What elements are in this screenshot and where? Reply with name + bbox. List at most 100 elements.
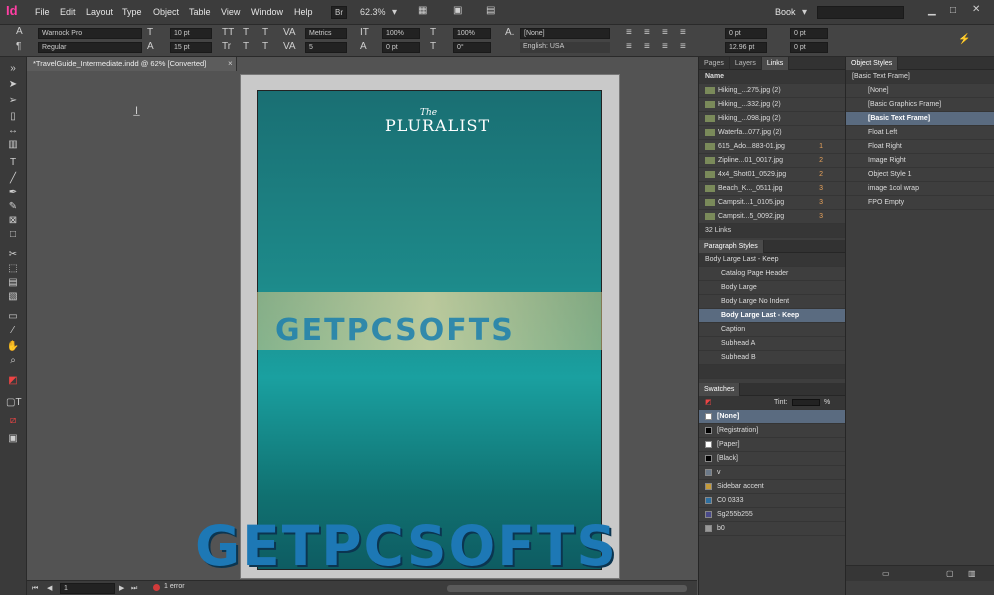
list-item[interactable]: Sidebar accent [699, 480, 845, 494]
menu-table[interactable]: Table [189, 7, 211, 17]
preflight-status[interactable]: 1 error [164, 583, 185, 590]
tracking-field[interactable]: 5 [305, 42, 347, 53]
list-item[interactable]: [Basic Text Frame] [846, 112, 994, 126]
list-item[interactable]: Image Right [846, 154, 994, 168]
subscript-icon[interactable]: T [243, 42, 249, 52]
list-item[interactable]: Subhead A [699, 337, 845, 351]
last-page-icon[interactable]: ⏭ [131, 584, 137, 594]
list-item[interactable]: 4x4_Shot01_0529.jpg 2 [699, 168, 845, 182]
list-item[interactable]: [Black] [699, 452, 845, 466]
list-item[interactable]: [Paper] [699, 438, 845, 452]
right-indent-field[interactable]: 0 pt [790, 28, 828, 39]
close-tab-icon[interactable]: × [228, 59, 233, 69]
list-item[interactable]: Body Large Last - Keep [699, 309, 845, 323]
language-field[interactable]: English: USA [520, 42, 610, 53]
collapse-toolbar-icon[interactable]: » [6, 63, 20, 75]
horizontal-scrollbar[interactable] [447, 585, 687, 592]
tab-links[interactable]: Links [761, 57, 790, 70]
rectangle-tool-icon[interactable]: □ [6, 229, 20, 241]
paragraph-mode-icon[interactable]: ¶ [16, 42, 21, 52]
list-item[interactable]: Float Right [846, 140, 994, 154]
list-item[interactable]: v [699, 466, 845, 480]
trash-icon[interactable]: ▥ [968, 569, 976, 579]
note-tool-icon[interactable]: ▭ [6, 311, 20, 323]
menu-object[interactable]: Object [153, 7, 179, 17]
list-item[interactable]: Body Large No Indent [699, 295, 845, 309]
tab-pages[interactable]: Pages [699, 57, 730, 70]
bridge-button[interactable]: Br [331, 6, 347, 19]
link-page-number[interactable]: 3 [819, 210, 823, 223]
list-item[interactable]: Caption [699, 323, 845, 337]
content-collector-icon[interactable]: ▥ [6, 139, 20, 151]
fill-stroke-icon[interactable]: ◩ [705, 399, 712, 406]
left-indent-field[interactable]: 0 pt [725, 28, 767, 39]
list-item[interactable]: Zipline...01_0017.jpg 2 [699, 154, 845, 168]
list-item[interactable]: Object Style 1 [846, 168, 994, 182]
chevron-down-icon[interactable]: ▾ [802, 8, 807, 18]
zoom-tool-icon[interactable]: ⌕ [6, 355, 20, 367]
close-icon[interactable]: ✕ [972, 5, 980, 15]
font-family-field[interactable]: Warnock Pro [38, 28, 142, 39]
list-item[interactable]: Beach_K..._0511.jpg 3 [699, 182, 845, 196]
pen-tool-icon[interactable]: ✒ [6, 187, 20, 199]
list-item[interactable]: [Registration] [699, 424, 845, 438]
menu-edit[interactable]: Edit [60, 7, 76, 17]
all-caps-icon[interactable]: TT [222, 28, 234, 38]
align-spine-icon[interactable]: ≡ [680, 42, 686, 52]
direct-selection-icon[interactable]: ➢ [6, 95, 20, 107]
minimize-icon[interactable]: ▁ [928, 6, 936, 16]
font-size-field[interactable]: 10 pt [170, 28, 212, 39]
fill-stroke-icon[interactable]: ◩ [6, 375, 20, 387]
link-page-number[interactable]: 2 [819, 154, 823, 167]
list-item[interactable]: b0 [699, 522, 845, 536]
list-item[interactable]: Subhead B [699, 351, 845, 365]
list-item[interactable]: C0 0333 [699, 494, 845, 508]
chevron-down-icon[interactable]: ▾ [392, 8, 397, 18]
tint-field[interactable] [792, 399, 820, 406]
free-transform-icon[interactable]: ⬚ [6, 263, 20, 275]
list-item[interactable]: [None] [846, 84, 994, 98]
underline-icon[interactable]: T [262, 28, 268, 38]
type-tool-icon[interactable]: T [6, 157, 20, 169]
justify-all-icon[interactable]: ≡ [662, 42, 668, 52]
space-before-field[interactable]: 12.96 pt [725, 42, 767, 53]
scissors-tool-icon[interactable]: ✂ [6, 249, 20, 261]
tab-swatches[interactable]: Swatches [699, 383, 741, 396]
list-item[interactable]: Catalog Page Header [699, 267, 845, 281]
character-mode-icon[interactable]: A [16, 27, 23, 37]
justify-icon[interactable]: ≡ [680, 28, 686, 38]
list-item[interactable]: FPO Empty [846, 196, 994, 210]
justify-last-left-icon[interactable]: ≡ [626, 42, 632, 52]
maximize-icon[interactable]: □ [950, 6, 956, 16]
list-item[interactable]: [None] [699, 410, 845, 424]
font-style-field[interactable]: Regular [38, 42, 142, 53]
vertical-scale-field[interactable]: 100% [382, 28, 420, 39]
list-item[interactable]: Body Large [699, 281, 845, 295]
list-item[interactable]: Hiking_...275.jpg (2) [699, 84, 845, 98]
tab-layers[interactable]: Layers [730, 57, 762, 70]
zoom-level[interactable]: 62.3% [360, 7, 386, 17]
list-item[interactable]: Float Left [846, 126, 994, 140]
link-page-number[interactable]: 3 [819, 182, 823, 195]
list-item[interactable]: 615_Ado...883-01.jpg 1 [699, 140, 845, 154]
new-style-icon[interactable]: ▢ [946, 569, 954, 579]
screen-mode-icon[interactable]: ▣ [453, 6, 462, 16]
list-item[interactable]: image 1col wrap [846, 182, 994, 196]
baseline-shift-field[interactable]: 0 pt [382, 42, 420, 53]
previous-page-icon[interactable]: ◀ [47, 584, 52, 594]
eyedropper-icon[interactable]: ⁄ [6, 325, 20, 337]
list-item[interactable]: Waterfa...077.jpg (2) [699, 126, 845, 140]
apply-none-icon[interactable]: ⧄ [6, 415, 20, 427]
selection-tool-icon[interactable]: ➤ [6, 79, 20, 91]
kerning-field[interactable]: Metrics [305, 28, 347, 39]
align-right-icon[interactable]: ≡ [662, 28, 668, 38]
strikethrough-icon[interactable]: T [262, 42, 268, 52]
first-page-icon[interactable]: ⏮ [32, 584, 38, 594]
character-style-field[interactable]: [None] [520, 28, 610, 39]
formatting-container-icon[interactable]: ▢T [6, 397, 22, 409]
menu-view[interactable]: View [221, 7, 240, 17]
page-number-field[interactable]: 1 [60, 583, 115, 594]
page-tool-icon[interactable]: ▯ [6, 111, 20, 123]
leading-field[interactable]: 15 pt [170, 42, 212, 53]
document-tab[interactable]: *TravelGuide_Intermediate.indd @ 62% [Co… [27, 57, 237, 71]
